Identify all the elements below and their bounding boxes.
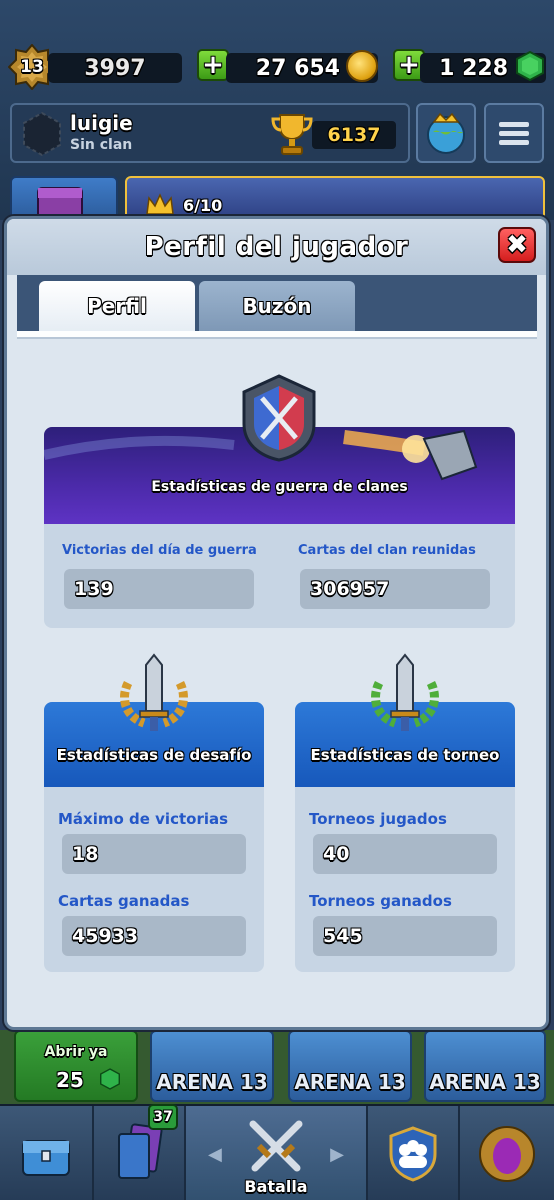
globe-crown-icon <box>427 112 465 154</box>
bottom-navigation: ◀ ▶ Batalla <box>0 1104 554 1200</box>
chest-arena-label: ARENA 13 <box>429 1070 541 1094</box>
challenge-stats-card: Estadísticas de desafío Máximo de victor… <box>44 702 264 972</box>
clan-cards-collected-value: 306957 <box>300 569 490 609</box>
social-button[interactable] <box>416 103 476 163</box>
cards-won-value: 45933 <box>62 916 246 956</box>
tab-profile[interactable]: Perfil <box>39 281 195 331</box>
cards-icon <box>118 1123 163 1179</box>
gem-icon <box>100 1068 120 1090</box>
tournaments-won-value: 545 <box>313 916 497 956</box>
buy-gold-button[interactable]: + <box>197 49 229 81</box>
tournaments-won-label: Torneos ganados <box>309 892 452 910</box>
open-now-label: Abrir ya <box>44 1044 108 1060</box>
war-day-wins-value: 139 <box>64 569 254 609</box>
experience-value: 3997 <box>48 53 182 83</box>
player-clan: Sin clan <box>70 137 133 153</box>
shop-chest-icon <box>22 1140 70 1176</box>
nav-battle-label: Batalla <box>244 1177 308 1196</box>
arrow-right-icon: ▶ <box>330 1144 344 1165</box>
hamburger-icon <box>499 118 529 149</box>
crossed-swords-icon <box>249 1120 303 1172</box>
menu-button[interactable] <box>484 103 544 163</box>
tab-mailbox[interactable]: Buzón <box>199 281 355 331</box>
trophy-icon <box>271 114 313 155</box>
modal-header: Perfil del jugador ✖ <box>7 219 546 275</box>
chest-arena-label: ARENA 13 <box>156 1070 268 1094</box>
tournament-stats-card: Estadísticas de torneo Torneos jugados 4… <box>295 702 515 972</box>
player-profile-modal: Perfil del jugador ✖ Perfil Buzón Estadí… <box>4 216 549 1030</box>
max-wins-label: Máximo de victorias <box>58 810 229 828</box>
nav-shop[interactable] <box>0 1106 94 1200</box>
resource-bar: 13 3997 + 27 654 + 1 228 <box>0 43 554 91</box>
tab-bar: Perfil Buzón <box>17 275 537 331</box>
chest-slot-1[interactable]: Abrir ya 25 <box>14 1030 138 1102</box>
season-progress: 6/10 <box>183 196 223 215</box>
player-info-bar[interactable]: luigie Sin clan 6137 <box>10 103 410 163</box>
nav-battle[interactable]: ◀ ▶ Batalla <box>186 1106 368 1200</box>
nav-events[interactable] <box>460 1106 554 1200</box>
max-wins-value: 18 <box>62 834 246 874</box>
trophy-count: 6137 <box>312 121 396 149</box>
cards-won-label: Cartas ganadas <box>58 892 190 910</box>
clan-badge-icon <box>23 111 61 157</box>
clan-cards-collected-label: Cartas del clan reunidas <box>298 543 476 558</box>
chest-icon <box>37 187 83 219</box>
events-icon <box>479 1126 535 1182</box>
open-cost: 25 <box>56 1068 84 1092</box>
crown-icon <box>146 193 174 215</box>
gold-coin-icon <box>346 50 378 82</box>
clan-war-shield-icon <box>242 374 316 462</box>
challenge-title: Estadísticas de desafío <box>56 746 252 764</box>
tournaments-played-label: Torneos jugados <box>309 810 447 828</box>
tournament-title: Estadísticas de torneo <box>310 746 500 764</box>
chest-slot-2[interactable]: ARENA 13 <box>150 1030 274 1102</box>
arrow-left-icon: ◀ <box>208 1144 222 1165</box>
gem-icon <box>516 51 544 81</box>
player-name: luigie <box>70 111 133 135</box>
war-day-wins-label: Victorias del día de guerra <box>62 543 257 558</box>
close-button[interactable]: ✖ <box>498 227 536 263</box>
nav-clan[interactable] <box>368 1106 460 1200</box>
cards-notification-badge: 37 <box>148 1104 178 1130</box>
chest-slot-3[interactable]: ARENA 13 <box>288 1030 412 1102</box>
close-icon: ✖ <box>506 230 528 260</box>
chest-slot-4[interactable]: ARENA 13 <box>424 1030 546 1102</box>
clan-shield-icon <box>389 1126 437 1182</box>
green-laurel-sword-icon <box>371 653 439 731</box>
chest-arena-label: ARENA 13 <box>294 1070 406 1094</box>
tab-divider <box>17 331 537 339</box>
tournaments-played-value: 40 <box>313 834 497 874</box>
gold-laurel-sword-icon <box>120 653 188 731</box>
clan-war-title: Estadísticas de guerra de clanes <box>151 479 408 495</box>
modal-title: Perfil del jugador <box>144 232 409 262</box>
